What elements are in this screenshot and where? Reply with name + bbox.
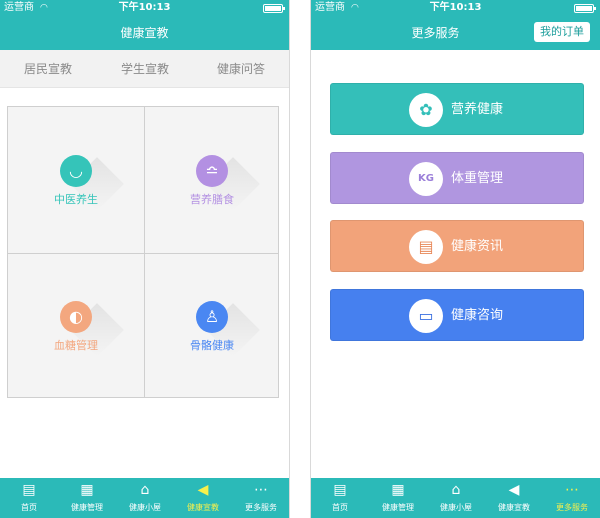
my-orders-button[interactable]: 我的订单	[534, 22, 590, 42]
category-label: 中医养生	[54, 193, 98, 206]
more-icon: ⋯	[254, 482, 268, 498]
category-bone-health[interactable]: ♙ 骨骼健康	[144, 253, 280, 399]
bottom-tab-bar: ▤ 首页 ▦ 健康管理 ⌂ 健康小屋 ◀ 健康宣教 ⋯ 更多服务	[311, 478, 600, 518]
category-tcm-wellness[interactable]: ◡ 中医养生	[8, 107, 144, 253]
bowl-icon: ◡	[60, 155, 92, 187]
header-bar: 运营商 ◠ 下午10:13 健康宣教	[0, 0, 289, 50]
category-label: 血糖管理	[54, 339, 98, 352]
tab-health-management[interactable]: ▦ 健康管理	[369, 478, 427, 518]
page-title: 健康宣教	[120, 26, 169, 40]
page-title: 更多服务	[411, 26, 460, 40]
status-time: 下午10:13	[429, 2, 482, 13]
category-label: 营养膳食	[190, 193, 234, 206]
service-label: 健康资讯	[451, 239, 504, 254]
status-bar: 运营商 ◠ 下午10:13	[0, 0, 289, 16]
tab-health-qa[interactable]: 健康问答	[193, 50, 289, 88]
category-label: 骨骼健康	[190, 339, 234, 352]
service-label: 体重管理	[451, 171, 504, 186]
tab-home[interactable]: ▤ 首页	[0, 478, 58, 518]
tab-label: 更多服务	[245, 503, 277, 512]
tab-more-services[interactable]: ⋯ 更多服务	[232, 478, 289, 518]
tab-label: 健康小屋	[129, 503, 161, 512]
tab-label: 首页	[332, 503, 348, 512]
flower-icon: ✿	[409, 93, 443, 127]
service-card-consult[interactable]: ▭ 健康咨询	[330, 289, 584, 341]
more-icon: ⋯	[565, 482, 579, 498]
tab-label: 首页	[21, 503, 37, 512]
tab-home[interactable]: ▤ 首页	[311, 478, 369, 518]
service-card-news[interactable]: ▤ 健康资讯	[330, 220, 584, 272]
home-icon: ▤	[22, 482, 36, 498]
tab-label: 更多服务	[556, 503, 588, 512]
tab-label: 健康小屋	[440, 503, 472, 512]
tab-health-hut[interactable]: ⌂ 健康小屋	[427, 478, 485, 518]
service-label: 健康咨询	[451, 308, 504, 323]
bone-icon: ♙	[196, 301, 228, 333]
home-icon: ▤	[333, 482, 347, 498]
battery-icon	[263, 4, 285, 13]
tab-health-hut[interactable]: ⌂ 健康小屋	[116, 478, 174, 518]
category-blood-sugar[interactable]: ◐ 血糖管理	[8, 253, 144, 399]
news-icon: ▤	[409, 230, 443, 264]
calendar-icon: ▦	[80, 482, 94, 498]
service-card-weight[interactable]: KG 体重管理	[330, 152, 584, 204]
category-grid: ◡ 中医养生 ≏ 营养膳食 ◐ 血糖管理 ♙ 骨骼健康	[7, 106, 279, 398]
tab-resident-education[interactable]: 居民宣教	[0, 50, 96, 88]
house-icon: ⌂	[451, 482, 461, 498]
segment-tabs: 居民宣教 学生宣教 健康问答	[0, 50, 289, 88]
service-label: 营养健康	[451, 102, 504, 117]
tab-more-services[interactable]: ⋯ 更多服务	[543, 478, 600, 518]
scale-icon: KG	[409, 162, 443, 196]
tab-label: 健康宣教	[187, 503, 219, 512]
tab-label: 健康管理	[382, 503, 414, 512]
drop-icon: ◐	[60, 301, 92, 333]
calendar-icon: ▦	[391, 482, 405, 498]
tab-health-education[interactable]: ◀ 健康宣教	[174, 478, 232, 518]
tab-label: 健康宣教	[498, 503, 530, 512]
tab-student-education[interactable]: 学生宣教	[97, 50, 193, 88]
tab-health-education[interactable]: ◀ 健康宣教	[485, 478, 543, 518]
dish-icon: ≏	[196, 155, 228, 187]
category-nutrition-diet[interactable]: ≏ 营养膳食	[144, 107, 280, 253]
chat-icon: ▭	[409, 299, 443, 333]
status-bar: 运营商 ◠ 下午10:13	[311, 0, 600, 16]
service-card-nutrition[interactable]: ✿ 营养健康	[330, 83, 584, 135]
right-phone-screen: 运营商 ◠ 下午10:13 更多服务 我的订单 ✿ 营养健康 KG 体重管理 ▤…	[310, 0, 600, 518]
tab-label: 健康管理	[71, 503, 103, 512]
status-time: 下午10:13	[118, 2, 171, 13]
left-phone-screen: 运营商 ◠ 下午10:13 健康宣教 居民宣教 学生宣教 健康问答 ◡ 中医养生…	[0, 0, 290, 518]
battery-icon	[574, 4, 596, 13]
tab-health-management[interactable]: ▦ 健康管理	[58, 478, 116, 518]
megaphone-icon: ◀	[197, 482, 209, 498]
header-bar: 运营商 ◠ 下午10:13 更多服务 我的订单	[311, 0, 600, 50]
bottom-tab-bar: ▤ 首页 ▦ 健康管理 ⌂ 健康小屋 ◀ 健康宣教 ⋯ 更多服务	[0, 478, 289, 518]
house-icon: ⌂	[140, 482, 150, 498]
megaphone-icon: ◀	[508, 482, 520, 498]
